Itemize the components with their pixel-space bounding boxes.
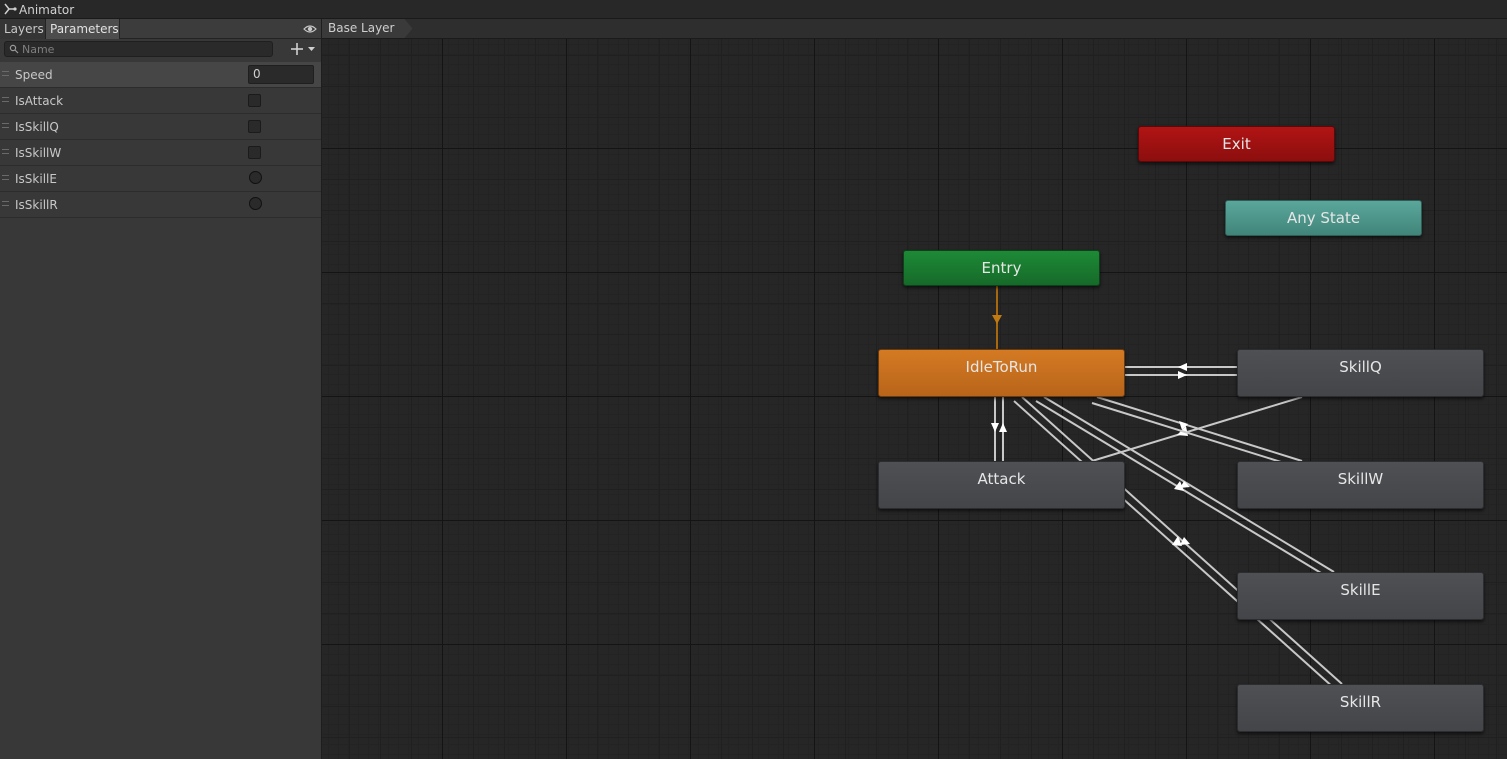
parameter-name: IsAttack [15, 94, 64, 108]
isskille-trigger[interactable] [249, 171, 262, 184]
isskillr-trigger[interactable] [249, 197, 262, 210]
parameter-name: IsSkillW [15, 146, 62, 160]
transition-idletorun-skillq[interactable] [1125, 363, 1237, 379]
state-attack[interactable]: Attack [878, 461, 1125, 509]
state-skillq[interactable]: SkillQ [1237, 349, 1484, 397]
parameter-row-isskillr[interactable]: IsSkillR [0, 192, 321, 218]
state-label: Any State [1286, 209, 1361, 227]
transition-idletorun-skillr[interactable] [1013, 396, 1343, 689]
drag-handle-icon[interactable] [2, 201, 9, 206]
panel-tabbar: Layers Parameters [0, 19, 321, 39]
state-label: SkillW [1337, 470, 1384, 488]
state-skillr[interactable]: SkillR [1237, 684, 1484, 732]
tab-parameters[interactable]: Parameters [46, 19, 120, 39]
state-skille[interactable]: SkillE [1237, 572, 1484, 620]
drag-handle-icon[interactable] [2, 149, 9, 154]
window-titlebar: Animator [0, 0, 1507, 19]
parameter-name: Speed [15, 68, 53, 82]
parameter-name: IsSkillQ [15, 120, 59, 134]
parameter-row-isskillq[interactable]: IsSkillQ [0, 114, 321, 140]
state-machine-graph[interactable]: Base Layer Exit Any State Entry IdleToRu… [322, 19, 1507, 759]
drag-handle-icon[interactable] [2, 123, 9, 128]
parameter-row-speed[interactable]: Speed 0 [0, 62, 321, 88]
isskillw-checkbox[interactable] [248, 146, 261, 159]
state-label: Entry [981, 259, 1022, 277]
state-label: SkillE [1340, 581, 1381, 599]
isattack-checkbox[interactable] [248, 94, 261, 107]
animator-icon [4, 3, 17, 15]
transition-idletorun-attack[interactable] [991, 397, 1007, 461]
parameter-search-row [0, 39, 321, 61]
eye-icon[interactable] [303, 22, 317, 36]
search-input[interactable] [22, 42, 267, 56]
parameter-row-isskille[interactable]: IsSkillE [0, 166, 321, 192]
parameter-row-isattack[interactable]: IsAttack [0, 88, 321, 114]
drag-handle-icon[interactable] [2, 71, 9, 76]
search-box[interactable] [4, 41, 273, 57]
state-label: Exit [1222, 135, 1251, 153]
drag-handle-icon[interactable] [2, 175, 9, 180]
state-idletorun[interactable]: IdleToRun [878, 349, 1125, 397]
state-label: Attack [977, 470, 1026, 488]
state-exit[interactable]: Exit [1138, 126, 1335, 162]
window-title: Animator [19, 3, 75, 17]
parameters-panel: Layers Parameters Speed 0 IsAttack [0, 19, 322, 759]
parameter-name: IsSkillE [15, 172, 57, 186]
state-entry[interactable]: Entry [903, 250, 1100, 286]
parameter-name: IsSkillR [15, 198, 58, 212]
isskillq-checkbox[interactable] [248, 120, 261, 133]
state-label: SkillR [1339, 693, 1382, 711]
add-parameter-button[interactable] [290, 41, 318, 57]
search-icon [9, 44, 19, 54]
state-label: SkillQ [1339, 358, 1382, 376]
speed-value-field[interactable]: 0 [248, 65, 314, 84]
parameter-row-isskillw[interactable]: IsSkillW [0, 140, 321, 166]
tab-layers[interactable]: Layers [0, 19, 46, 39]
state-skillw[interactable]: SkillW [1237, 461, 1484, 509]
state-label: IdleToRun [965, 358, 1038, 376]
state-any-state[interactable]: Any State [1225, 200, 1422, 236]
drag-handle-icon[interactable] [2, 97, 9, 102]
transition-entry-idletorun[interactable] [992, 286, 1002, 349]
